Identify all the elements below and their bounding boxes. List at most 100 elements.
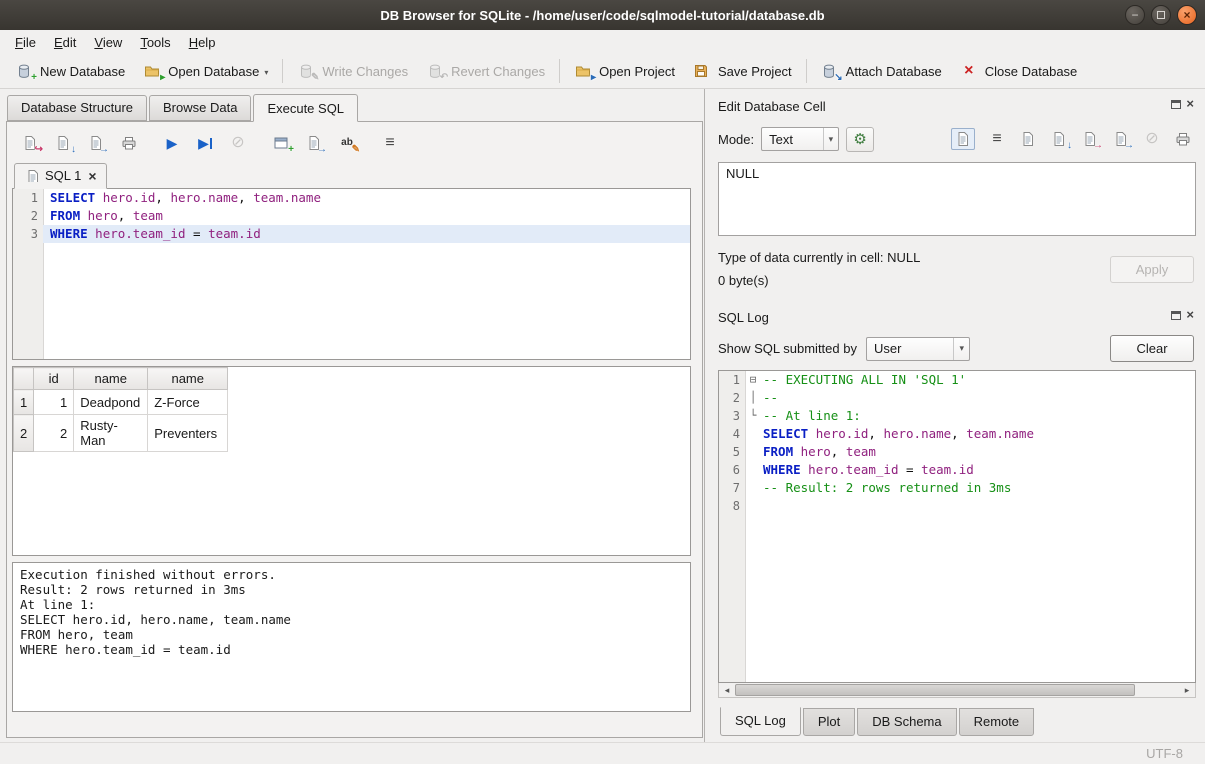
revert-changes-button[interactable]: ↶ Revert Changes bbox=[417, 58, 554, 84]
attach-database-button[interactable]: ↘ Attach Database bbox=[812, 58, 951, 84]
scroll-left-icon[interactable]: ◂ bbox=[719, 683, 735, 697]
mode-select[interactable]: Text ▾ bbox=[761, 127, 839, 151]
save-sql-file-icon[interactable]: ↓ bbox=[54, 134, 72, 152]
titlebar[interactable]: DB Browser for SQLite - /home/user/code/… bbox=[0, 0, 1205, 30]
cell-id[interactable]: 1 bbox=[34, 390, 74, 415]
line-number: 4 bbox=[719, 425, 745, 443]
left-panel: Database Structure Browse Data Execute S… bbox=[0, 89, 704, 742]
cell-id[interactable]: 2 bbox=[34, 415, 74, 452]
table-row: 2 2 Rusty-Man Preventers bbox=[14, 415, 228, 452]
code-line: 2FROM hero, team bbox=[13, 207, 690, 225]
menu-help[interactable]: Help bbox=[180, 32, 225, 53]
menu-tools[interactable]: Tools bbox=[131, 32, 179, 53]
sql-log-view[interactable]: 1⊟-- EXECUTING ALL IN 'SQL 1'2│--3└-- At… bbox=[718, 370, 1196, 683]
export-results-icon[interactable]: → bbox=[305, 134, 323, 152]
sql-toolbar: ↪ ↓ → ▶ ▶ ⊘ + → ab✎ ≡ bbox=[12, 127, 691, 161]
clear-button[interactable]: Clear bbox=[1110, 335, 1194, 362]
row-header[interactable]: 2 bbox=[14, 415, 34, 452]
code-line: 7-- Result: 2 rows returned in 3ms bbox=[719, 479, 1195, 497]
cell-size-info: 0 byte(s) bbox=[718, 273, 1110, 288]
open-project-button[interactable]: ▸ Open Project bbox=[565, 58, 684, 84]
cell-editor[interactable]: NULL bbox=[718, 162, 1196, 236]
export-cell-icon[interactable]: → bbox=[1112, 130, 1130, 148]
fold-marker-icon[interactable]: ⊟ bbox=[745, 371, 761, 389]
sql-tab[interactable]: SQL 1 × bbox=[14, 163, 107, 189]
cell-team-name[interactable]: Preventers bbox=[148, 415, 228, 452]
cell-info: Type of data currently in cell: NULL 0 b… bbox=[718, 250, 1196, 288]
word-wrap-icon[interactable]: ≡ bbox=[381, 134, 399, 152]
new-tab-icon[interactable]: + bbox=[272, 134, 290, 152]
horizontal-scrollbar[interactable]: ◂ ▸ bbox=[718, 683, 1196, 698]
close-panel-icon[interactable]: × bbox=[1186, 99, 1194, 109]
menu-file[interactable]: File bbox=[6, 32, 45, 53]
cell-hero-name[interactable]: Deadpond bbox=[74, 390, 148, 415]
print-sql-icon[interactable] bbox=[120, 134, 138, 152]
auto-switch-mode-button[interactable]: ⚙ bbox=[846, 127, 874, 152]
execute-line-icon[interactable]: ▶ bbox=[196, 134, 214, 152]
grid-corner[interactable] bbox=[14, 368, 34, 390]
close-button[interactable]: × bbox=[1177, 5, 1197, 25]
attach-database-icon: ↘ bbox=[821, 62, 839, 80]
autocomplete-icon[interactable]: ab✎ bbox=[338, 134, 356, 152]
tab-remote[interactable]: Remote bbox=[959, 708, 1035, 736]
save-project-button[interactable]: Save Project bbox=[684, 58, 801, 84]
paste-cell-icon[interactable]: ↓ bbox=[1050, 130, 1068, 148]
scroll-right-icon[interactable]: ▸ bbox=[1179, 683, 1195, 697]
window-controls: − × bbox=[1125, 5, 1197, 25]
code-line: 2│-- bbox=[719, 389, 1195, 407]
stop-execution-icon[interactable]: ⊘ bbox=[229, 134, 247, 152]
column-header-name[interactable]: name bbox=[148, 368, 228, 390]
menu-view[interactable]: View bbox=[85, 32, 131, 53]
column-header-id[interactable]: id bbox=[34, 368, 74, 390]
menu-edit[interactable]: Edit bbox=[45, 32, 85, 53]
submitter-select[interactable]: User ▾ bbox=[866, 337, 970, 361]
maximize-button[interactable] bbox=[1151, 5, 1171, 25]
word-wrap-icon[interactable]: ≡ bbox=[988, 130, 1006, 148]
tab-db-schema[interactable]: DB Schema bbox=[857, 708, 956, 736]
import-cell-icon[interactable]: → bbox=[1081, 130, 1099, 148]
execution-output: Execution finished without errors. Resul… bbox=[12, 562, 691, 712]
tab-plot[interactable]: Plot bbox=[803, 708, 855, 736]
copy-cell-icon[interactable] bbox=[1019, 130, 1037, 148]
sql-tab-close-icon[interactable]: × bbox=[88, 169, 96, 183]
open-project-icon: ▸ bbox=[574, 62, 592, 80]
main-tab-bar: Database Structure Browse Data Execute S… bbox=[0, 92, 704, 121]
sql-editor[interactable]: 1SELECT hero.id, hero.name, team.name2FR… bbox=[12, 188, 691, 360]
tab-database-structure[interactable]: Database Structure bbox=[7, 95, 147, 121]
open-database-button[interactable]: ▸ Open Database ▾ bbox=[134, 58, 277, 84]
menubar: File Edit View Tools Help bbox=[0, 30, 1205, 54]
line-number: 3 bbox=[719, 407, 745, 425]
text-view-icon[interactable] bbox=[951, 128, 975, 150]
new-database-button[interactable]: + New Database bbox=[6, 58, 134, 84]
float-panel-icon[interactable] bbox=[1171, 311, 1181, 320]
apply-button[interactable]: Apply bbox=[1110, 256, 1194, 283]
sql-log-header: SQL Log × bbox=[718, 307, 1196, 327]
line-number: 2 bbox=[13, 207, 43, 225]
column-header-name[interactable]: name bbox=[74, 368, 148, 390]
tab-execute-sql[interactable]: Execute SQL bbox=[253, 94, 358, 122]
save-sql-as-icon[interactable]: → bbox=[87, 134, 105, 152]
toolbar-separator bbox=[806, 59, 807, 83]
row-header[interactable]: 1 bbox=[14, 390, 34, 415]
attach-database-label: Attach Database bbox=[846, 64, 942, 79]
cell-hero-name[interactable]: Rusty-Man bbox=[74, 415, 148, 452]
set-null-icon[interactable]: ⊘ bbox=[1143, 130, 1161, 148]
print-cell-icon[interactable] bbox=[1174, 130, 1192, 148]
minimize-button[interactable]: − bbox=[1125, 5, 1145, 25]
scrollbar-thumb[interactable] bbox=[735, 684, 1135, 696]
tab-browse-data[interactable]: Browse Data bbox=[149, 95, 251, 121]
line-number: 7 bbox=[719, 479, 745, 497]
open-database-dropdown-icon[interactable]: ▾ bbox=[264, 68, 268, 80]
tab-sql-log[interactable]: SQL Log bbox=[720, 707, 801, 736]
close-database-button[interactable]: × Close Database bbox=[951, 58, 1087, 84]
open-sql-file-icon[interactable]: ↪ bbox=[21, 134, 39, 152]
chevron-down-icon: ▾ bbox=[823, 128, 839, 150]
float-panel-icon[interactable] bbox=[1171, 100, 1181, 109]
write-changes-button[interactable]: ✎ Write Changes bbox=[288, 58, 417, 84]
execute-all-icon[interactable]: ▶ bbox=[163, 134, 181, 152]
code-line: 6WHERE hero.team_id = team.id bbox=[719, 461, 1195, 479]
close-panel-icon[interactable]: × bbox=[1186, 310, 1194, 320]
cell-team-name[interactable]: Z-Force bbox=[148, 390, 228, 415]
table-row: 1 1 Deadpond Z-Force bbox=[14, 390, 228, 415]
scrollbar-track[interactable] bbox=[1135, 683, 1179, 697]
